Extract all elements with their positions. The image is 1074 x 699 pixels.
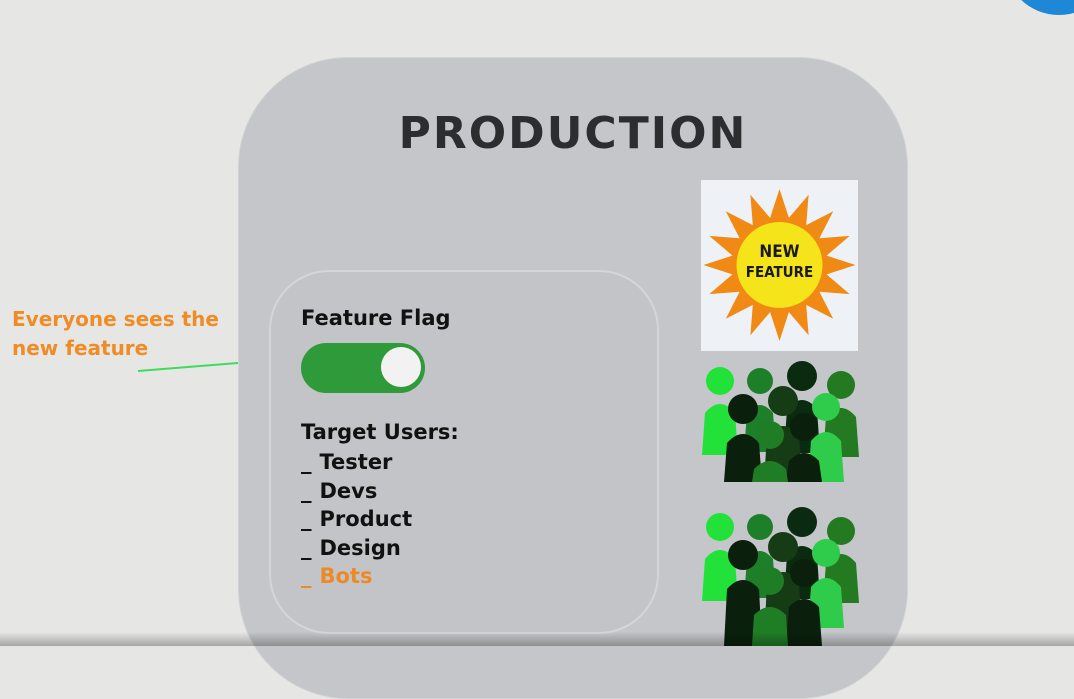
- badge-line2: FEATURE: [746, 263, 814, 281]
- new-feature-card: NEW FEATURE: [701, 180, 858, 351]
- target-user-item: _ Product: [301, 507, 413, 531]
- feature-flag-panel: Feature Flag Target Users: _ Tester _ Devs…: [269, 270, 659, 634]
- feature-flag-toggle[interactable]: [301, 343, 425, 393]
- badge-line1: NEW: [759, 242, 799, 262]
- target-users-list: _ Tester _ Devs _ Product _ Design _ Bots: [301, 448, 412, 591]
- target-user-item: _ Tester: [301, 450, 393, 474]
- people-group-icon: [702, 361, 859, 482]
- feature-flag-label: Feature Flag: [301, 306, 451, 330]
- corner-decoration: [1004, 0, 1074, 15]
- target-users-label: Target Users:: [301, 420, 459, 444]
- people-group-icon: [702, 507, 859, 646]
- target-user-item: _ Design: [301, 535, 401, 560]
- target-user-item: _ Devs: [301, 478, 378, 503]
- bottom-shadow: [0, 632, 1074, 646]
- toggle-knob: [381, 347, 421, 387]
- production-title: PRODUCTION: [398, 108, 748, 159]
- target-user-item-highlighted: _ Bots: [301, 564, 373, 588]
- sun-icon: NEW FEATURE: [703, 189, 856, 341]
